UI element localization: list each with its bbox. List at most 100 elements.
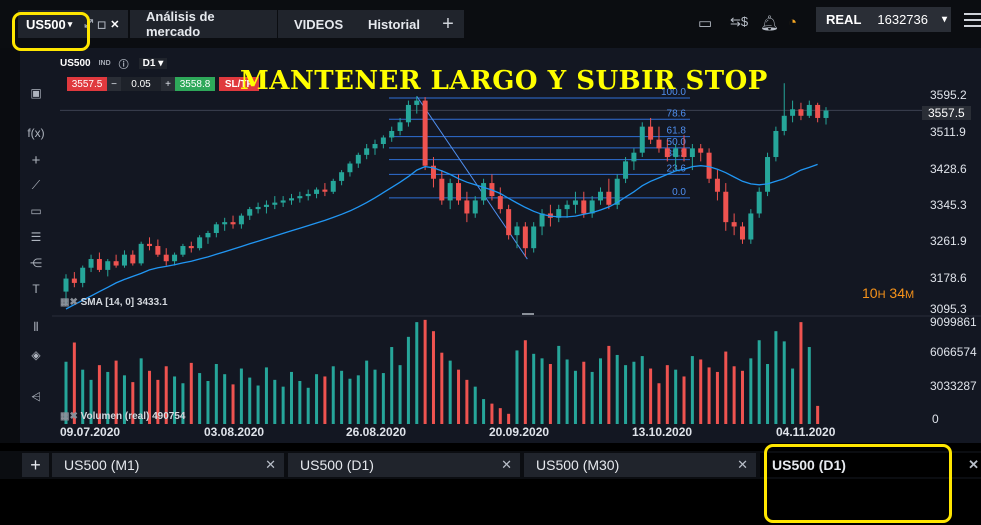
volume-legend[interactable]: ▦✖ Volumen (real) 490754 [60, 411, 185, 422]
volume-bar [624, 365, 628, 424]
volume-bar [732, 366, 736, 424]
volume-bar [206, 380, 210, 424]
volume-bar [340, 370, 344, 424]
info-icon[interactable]: ⓘ [119, 56, 129, 71]
volume-bar [381, 373, 385, 424]
volume-decrease-button[interactable]: − [107, 77, 121, 91]
volume-bar [431, 331, 435, 424]
sma-legend-label: SMA [14, 0] 3433.1 [80, 297, 168, 308]
candle-body [314, 189, 320, 194]
candle-body [472, 200, 478, 214]
fib-level-label: 50.0 [667, 137, 687, 148]
candle-body [464, 200, 470, 214]
candle-body [773, 130, 779, 158]
candle-body [823, 110, 829, 118]
candle-body [163, 254, 169, 262]
volume-bar [573, 370, 577, 424]
candle-body [497, 196, 503, 210]
close-icon[interactable]: ✕ [737, 457, 748, 473]
price-tick: 3095.3 [930, 302, 967, 316]
candle-body [656, 139, 662, 149]
candle-body [739, 226, 745, 240]
timer-minutes-unit: M [905, 289, 915, 301]
candle-body [539, 213, 545, 227]
candle-body [197, 237, 203, 249]
candle-body [238, 215, 244, 225]
volume-bar [398, 365, 402, 424]
volume-increase-button[interactable]: + [161, 77, 175, 91]
timer-minutes: 34 [889, 285, 905, 301]
chart-tab-m30[interactable]: US500 (M30) ✕ [524, 453, 756, 477]
volume-bar [198, 373, 202, 424]
volume-bar [632, 361, 636, 424]
volume-bar [281, 386, 285, 424]
volume-bar [557, 345, 561, 424]
price-tick: 3595.2 [930, 88, 967, 102]
volume-bar [707, 367, 711, 424]
candle-body [247, 209, 253, 216]
date-label: 26.08.2020 [346, 425, 407, 439]
highlight-symbol [12, 12, 90, 51]
volume-bar [273, 379, 277, 424]
instrument-type: IND [98, 59, 111, 67]
timeframe-selector[interactable]: D1 ▾ [138, 57, 168, 69]
candle-body [71, 278, 77, 283]
volume-bar [523, 340, 527, 424]
chart-tab-d1[interactable]: US500 (D1) ✕ [288, 453, 520, 477]
volume-bar [690, 356, 694, 424]
timer-hours: 10 [862, 285, 878, 301]
volume-bar [548, 364, 552, 424]
date-label: 20.09.2020 [489, 425, 550, 439]
volume-bar [473, 386, 477, 424]
volume-bar [515, 350, 519, 424]
candle-body [623, 161, 629, 179]
volume-bar [607, 345, 611, 424]
candle-body [673, 148, 679, 158]
candle-body [681, 148, 687, 158]
volume-bar [649, 368, 653, 424]
candle-body [714, 178, 720, 192]
close-icon[interactable]: ✕ [968, 457, 979, 473]
volume-bar [582, 361, 586, 424]
volume-bar [791, 368, 795, 424]
candle-body [263, 204, 269, 207]
volume-bar [264, 367, 268, 424]
volume-bar [423, 319, 427, 424]
volume-input[interactable]: 0.05 [121, 77, 161, 91]
candle-body [105, 261, 111, 270]
add-chart-button[interactable]: + [22, 453, 49, 477]
buy-price-button[interactable]: 3558.8 [175, 77, 215, 91]
volume-bar [231, 384, 235, 424]
chart-tab-m1[interactable]: US500 (M1) ✕ [52, 453, 284, 477]
instrument-info: US500 IND ⓘ D1 ▾ [60, 56, 168, 71]
volume-bar [724, 351, 728, 424]
close-icon[interactable]: ✕ [265, 457, 276, 473]
candle-body [639, 126, 645, 153]
settings-icon[interactable]: ▦✖ [60, 297, 78, 308]
candle-body [564, 204, 570, 210]
close-icon[interactable]: ✕ [501, 457, 512, 473]
volume-bar [440, 352, 444, 424]
highlight-active-tab [764, 444, 952, 523]
candle-body [756, 191, 762, 214]
candle-body [355, 154, 361, 164]
volume-bar [749, 358, 753, 424]
sell-price-button[interactable]: 3557.5 [67, 77, 107, 91]
candle-body [806, 104, 812, 116]
volume-tick: 3033287 [930, 379, 977, 393]
volume-bar [306, 387, 310, 424]
volume-bar [615, 354, 619, 424]
volume-bar [757, 340, 761, 424]
candle-body [222, 222, 228, 225]
price-tick: 3261.9 [930, 234, 967, 248]
candle-body [581, 200, 587, 214]
candle-body [380, 137, 386, 145]
candle-body [439, 178, 445, 201]
candle-body [389, 130, 395, 138]
volume-bar [640, 356, 644, 424]
sma-legend[interactable]: ▦✖ SMA [14, 0] 3433.1 [60, 297, 168, 308]
settings-icon[interactable]: ▦✖ [60, 411, 78, 422]
candle-body [155, 246, 161, 255]
volume-bar [348, 378, 352, 424]
candle-body [347, 163, 353, 173]
